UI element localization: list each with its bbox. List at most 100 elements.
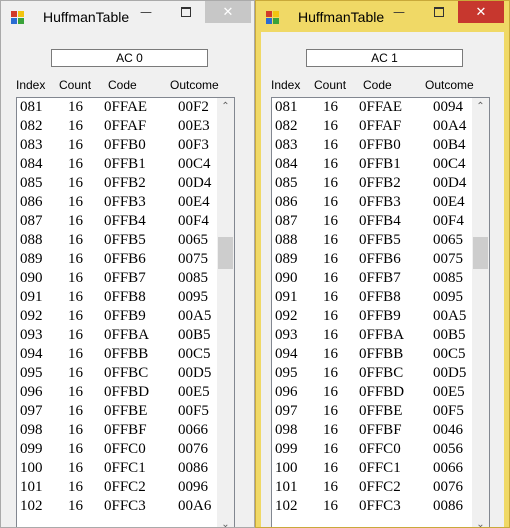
list-row[interactable]: 100 16 0FFC1 0066 [272,459,472,478]
list-row[interactable]: 084 16 0FFB1 00C4 [272,155,472,174]
list-row[interactable]: 096 16 0FFBD 00E5 [17,383,217,402]
list-row[interactable]: 090 16 0FFB7 0085 [17,269,217,288]
list-row[interactable]: 094 16 0FFBB 00C5 [272,345,472,364]
cell-code: 0FFB5 [104,232,146,248]
huffman-table-window-ac1[interactable]: HuffmanTable — ✕ AC 1 Index Count Code O… [255,0,510,528]
cell-count: 16 [323,308,338,324]
column-header-count: Count [59,78,92,92]
cell-outcome: 00A6 [178,498,212,514]
list-row[interactable]: 081 16 0FFAE 0094 [272,98,472,117]
list-row[interactable]: 084 16 0FFB1 00C4 [17,155,217,174]
cell-outcome: 00A5 [178,308,212,324]
scroll-down-arrow-icon[interactable]: ⌄ [472,516,489,527]
list-row[interactable]: 092 16 0FFB9 00A5 [272,307,472,326]
cell-count: 16 [68,194,83,210]
cell-count: 16 [323,422,338,438]
cell-outcome: 0085 [433,270,463,286]
list-row[interactable]: 099 16 0FFC0 0056 [272,440,472,459]
list-row[interactable]: 098 16 0FFBF 0046 [272,421,472,440]
list-row[interactable]: 088 16 0FFB5 0065 [17,231,217,250]
list-row[interactable]: 102 16 0FFC3 0086 [272,497,472,516]
cell-outcome: 00E4 [433,194,465,210]
list-row[interactable]: 093 16 0FFBA 00B5 [272,326,472,345]
list-row[interactable]: 088 16 0FFB5 0065 [272,231,472,250]
vertical-scrollbar[interactable]: ⌃ ⌄ [217,98,234,527]
list-row[interactable]: 098 16 0FFBF 0066 [17,421,217,440]
scroll-up-arrow-icon[interactable]: ⌃ [217,98,234,115]
list-row[interactable]: 090 16 0FFB7 0085 [272,269,472,288]
title-bar[interactable]: HuffmanTable — ✕ [256,1,509,33]
vertical-scrollbar[interactable]: ⌃ ⌄ [472,98,489,527]
list-row[interactable]: 101 16 0FFC2 0076 [272,478,472,497]
list-row[interactable]: 097 16 0FFBE 00F5 [272,402,472,421]
cell-code: 0FFAE [359,99,403,115]
list-row[interactable]: 085 16 0FFB2 00D4 [17,174,217,193]
cell-count: 16 [323,99,338,115]
cell-code: 0FFBC [104,365,149,381]
cell-outcome: 0075 [178,251,208,267]
list-row[interactable]: 087 16 0FFB4 00F4 [17,212,217,231]
list-row[interactable]: 086 16 0FFB3 00E4 [17,193,217,212]
maximize-button[interactable] [173,1,199,23]
list-row[interactable]: 099 16 0FFC0 0076 [17,440,217,459]
scroll-up-arrow-icon[interactable]: ⌃ [472,98,489,115]
cell-index: 092 [20,308,43,324]
cell-index: 094 [20,346,43,362]
list-row[interactable]: 092 16 0FFB9 00A5 [17,307,217,326]
list-row[interactable]: 082 16 0FFAF 00E3 [17,117,217,136]
list-row[interactable]: 086 16 0FFB3 00E4 [272,193,472,212]
cell-outcome: 00A4 [433,118,467,134]
cell-index: 096 [275,384,298,400]
list-row[interactable]: 082 16 0FFAF 00A4 [272,117,472,136]
cell-code: 0FFAF [104,118,147,134]
list-row[interactable]: 097 16 0FFBE 00F5 [17,402,217,421]
list-row[interactable]: 095 16 0FFBC 00D5 [272,364,472,383]
huffman-table-window-ac0[interactable]: HuffmanTable — ✕ AC 0 Index Count Code O… [0,0,255,528]
cell-count: 16 [68,175,83,191]
list-row[interactable]: 091 16 0FFB8 0095 [272,288,472,307]
table-name-field[interactable]: AC 0 [51,49,208,67]
list-row[interactable]: 089 16 0FFB6 0075 [272,250,472,269]
scroll-thumb[interactable] [473,236,488,269]
cell-index: 092 [275,308,298,324]
scroll-thumb[interactable] [218,236,233,269]
list-row[interactable]: 083 16 0FFB0 00F3 [17,136,217,155]
window-title: HuffmanTable [43,9,130,25]
minimize-button[interactable]: — [386,1,412,23]
cell-count: 16 [68,365,83,381]
cell-code: 0FFC2 [104,479,146,495]
list-row[interactable]: 093 16 0FFBA 00B5 [17,326,217,345]
column-header-count: Count [314,78,347,92]
list-row[interactable]: 083 16 0FFB0 00B4 [272,136,472,155]
huffman-listbox[interactable]: 081 16 0FFAE 00F2 082 16 0FFAF 00E3 083 16 0FFB0 00… [16,97,235,527]
list-row[interactable]: 081 16 0FFAE 00F2 [17,98,217,117]
minimize-button[interactable]: — [133,1,159,23]
list-row[interactable]: 094 16 0FFBB 00C5 [17,345,217,364]
cell-index: 095 [20,365,43,381]
cell-code: 0FFBE [359,403,403,419]
window-title: HuffmanTable [298,9,385,25]
table-name-field[interactable]: AC 1 [306,49,463,67]
cell-code: 0FFBC [359,365,404,381]
maximize-button[interactable] [426,1,452,23]
list-row[interactable]: 087 16 0FFB4 00F4 [272,212,472,231]
list-row[interactable]: 100 16 0FFC1 0086 [17,459,217,478]
cell-code: 0FFB8 [104,289,146,305]
cell-count: 16 [68,403,83,419]
cell-count: 16 [68,384,83,400]
cell-count: 16 [323,460,338,476]
list-row[interactable]: 089 16 0FFB6 0075 [17,250,217,269]
list-row[interactable]: 091 16 0FFB8 0095 [17,288,217,307]
title-bar[interactable]: HuffmanTable — ✕ [1,1,254,33]
cell-count: 16 [323,289,338,305]
huffman-listbox[interactable]: 081 16 0FFAE 0094 082 16 0FFAF 00A4 083 16 0FFB0 00… [271,97,490,527]
close-button[interactable]: ✕ [205,1,251,23]
column-header-code: Code [363,78,392,92]
scroll-down-arrow-icon[interactable]: ⌄ [217,516,234,527]
list-row[interactable]: 095 16 0FFBC 00D5 [17,364,217,383]
list-row[interactable]: 096 16 0FFBD 00E5 [272,383,472,402]
list-row[interactable]: 101 16 0FFC2 0096 [17,478,217,497]
list-row[interactable]: 102 16 0FFC3 00A6 [17,497,217,516]
list-row[interactable]: 085 16 0FFB2 00D4 [272,174,472,193]
close-button[interactable]: ✕ [458,1,504,23]
